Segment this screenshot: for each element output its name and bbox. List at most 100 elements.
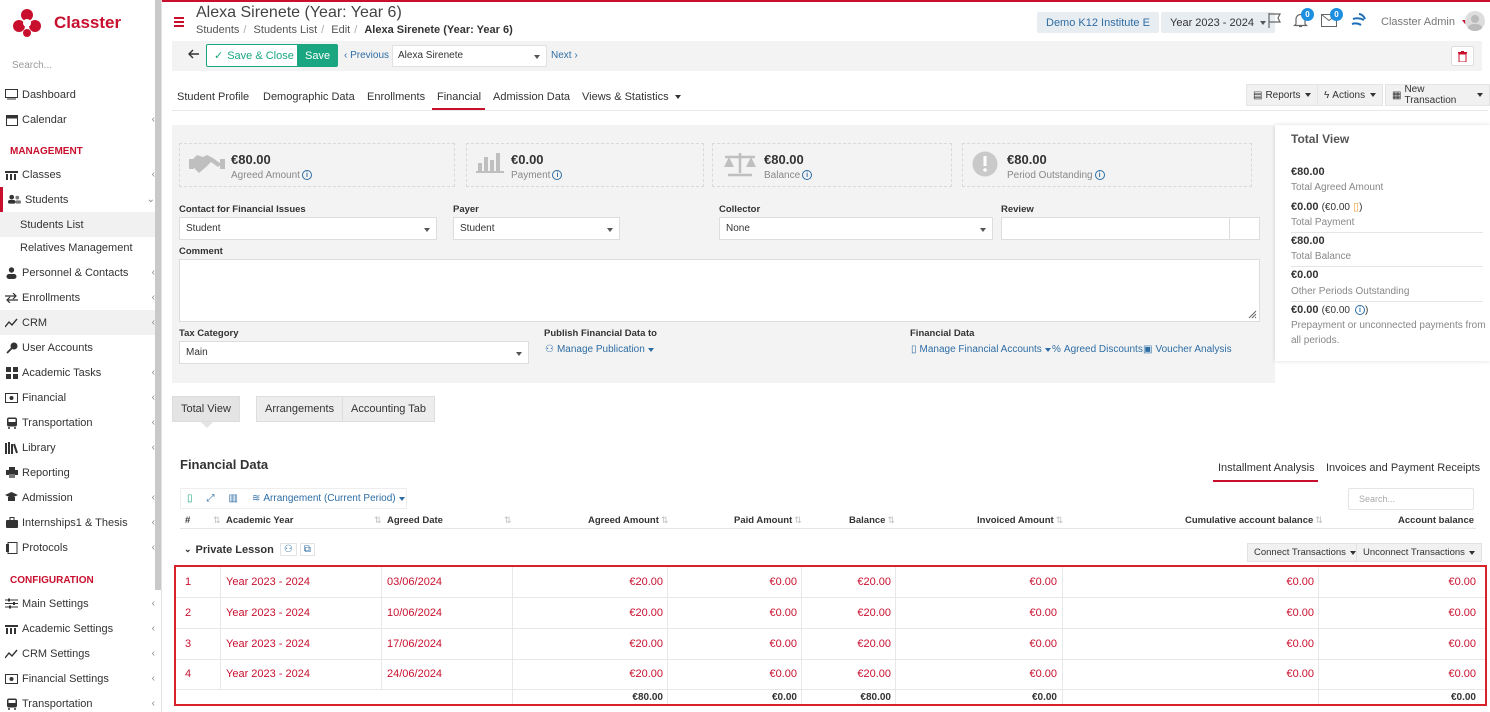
expand-icon[interactable]: ⤢ — [207, 493, 215, 504]
tab-admission-data[interactable]: Admission Data — [493, 91, 570, 103]
info-icon[interactable]: i — [552, 170, 563, 181]
sort-icon[interactable]: ⇅ — [211, 515, 221, 526]
sidebar-scrollbar[interactable] — [155, 0, 161, 590]
column-header-agreed-amount[interactable]: Agreed Amount ⇅ — [588, 515, 668, 526]
sidebar-item-crm[interactable]: CRM ‹ — [0, 310, 160, 335]
sidebar-item-admission[interactable]: Admission ‹ — [0, 485, 160, 510]
info-icon[interactable]: i — [1355, 305, 1366, 316]
sidebar-item-personnel[interactable]: Personnel & Contacts ‹ — [0, 260, 160, 285]
sidebar-item-academic-tasks[interactable]: Academic Tasks ‹ — [0, 360, 160, 385]
save-close-button[interactable]: ✓ Save & Close — [206, 44, 302, 67]
previous-link[interactable]: ‹ Previous — [344, 50, 389, 61]
manage-financial-accounts-link[interactable]: ▯ Manage Financial Accounts — [911, 344, 1051, 355]
column-header-paid-amount[interactable]: Paid Amount ⇅ — [734, 515, 802, 526]
tab-views-statistics[interactable]: Views & Statistics — [582, 91, 681, 103]
sidebar-item-financial-settings[interactable]: Financial Settings ‹ — [0, 666, 160, 691]
tax-category-select[interactable]: Main — [179, 341, 529, 364]
back-arrow-icon[interactable] — [188, 49, 199, 59]
sidebar-item-main-settings[interactable]: Main Settings ‹ — [0, 591, 160, 616]
sidebar-item-relatives-management[interactable]: Relatives Management — [0, 235, 160, 260]
sidebar-item-students[interactable]: Students ⌄ — [0, 187, 160, 212]
sidebar-item-library[interactable]: Library ‹ — [0, 435, 160, 460]
contact-select[interactable]: Student — [179, 217, 437, 240]
sidebar-item-calendar[interactable]: Calendar ‹ — [0, 107, 160, 132]
column-header-balance[interactable]: Balance ⇅ — [849, 515, 895, 526]
export-icon[interactable]: ▯ — [187, 493, 193, 504]
sidebar-item-financial[interactable]: Financial ‹ — [0, 385, 160, 410]
user-menu[interactable]: Classter Admin — [1381, 16, 1469, 28]
table-search-input[interactable]: Search... — [1348, 488, 1474, 510]
breadcrumb-students[interactable]: Students — [196, 24, 239, 36]
sort-icon[interactable]: ⇅ — [372, 515, 382, 526]
breadcrumb-edit[interactable]: Edit — [331, 24, 350, 36]
voucher-analysis-link[interactable]: ▣ Voucher Analysis — [1143, 344, 1232, 355]
sidebar-item-academic-settings[interactable]: Academic Settings ‹ — [0, 616, 160, 641]
column-header-account-balance[interactable]: Account balance — [1398, 515, 1474, 526]
flag-icon[interactable] — [1267, 12, 1283, 28]
save-button[interactable]: Save — [297, 44, 339, 67]
tab-enrollments[interactable]: Enrollments — [367, 91, 425, 103]
tab-invoices-receipts[interactable]: Invoices and Payment Receipts — [1326, 462, 1480, 474]
sidebar-item-classes[interactable]: Classes ‹ — [0, 162, 160, 187]
next-link[interactable]: Next › — [551, 50, 578, 61]
envelope-icon[interactable]: 0 — [1321, 8, 1343, 27]
manage-publication-link[interactable]: ⚇ Manage Publication — [545, 344, 654, 355]
unconnect-transactions-button[interactable]: Unconnect Transactions — [1356, 543, 1482, 562]
new-transaction-button[interactable]: ▦ New Transaction — [1385, 84, 1490, 106]
tab-student-profile[interactable]: Student Profile — [177, 91, 249, 103]
column-header-index[interactable]: # — [185, 515, 190, 526]
hamburger-menu-icon[interactable] — [174, 17, 184, 29]
info-icon[interactable]: i — [802, 170, 813, 181]
column-header-agreed-date[interactable]: Agreed Date — [387, 515, 443, 526]
sidebar-item-dashboard[interactable]: Dashboard — [0, 82, 160, 107]
sidebar-item-protocols[interactable]: Protocols ‹ — [0, 535, 160, 560]
subtab-total-view[interactable]: Total View — [172, 396, 240, 422]
sidebar-item-transportation[interactable]: Transportation ‹ — [0, 410, 160, 435]
sidebar-item-internships[interactable]: Internships1 & Thesis ‹ — [0, 510, 160, 535]
column-header-academic-year[interactable]: Academic Year — [226, 515, 293, 526]
year-selector[interactable]: Year 2023 - 2024 — [1161, 12, 1275, 33]
tab-financial[interactable]: Financial — [437, 91, 481, 103]
tab-installment-analysis[interactable]: Installment Analysis — [1218, 462, 1315, 474]
delete-button[interactable] — [1451, 46, 1474, 66]
breadcrumb-students-list[interactable]: Students List — [254, 24, 318, 36]
collector-select[interactable]: None — [719, 217, 993, 240]
review-addon[interactable] — [1229, 217, 1260, 240]
comment-textarea[interactable] — [179, 259, 1260, 322]
institute-selector[interactable]: Demo K12 Institute E — [1037, 12, 1159, 33]
student-select[interactable]: Alexa Sirenete — [392, 45, 547, 67]
avatar[interactable] — [1465, 11, 1485, 31]
sidebar-item-students-list[interactable]: Students List — [0, 212, 160, 237]
actions-button[interactable]: ϟ Actions — [1317, 84, 1384, 106]
sort-icon[interactable]: ⇅ — [502, 515, 512, 526]
reports-button[interactable]: ▤ Reports — [1246, 84, 1319, 106]
columns-icon[interactable]: ▥ — [229, 493, 238, 504]
copy-icon[interactable]: ⧉ — [299, 543, 315, 556]
sidebar-item-crm-settings[interactable]: CRM Settings ‹ — [0, 641, 160, 666]
group-private-lesson[interactable]: ⌄ Private Lesson ⚇ ⧉ — [184, 543, 315, 556]
sidebar-item-reporting[interactable]: Reporting — [0, 460, 160, 485]
info-icon[interactable]: i — [301, 170, 312, 181]
tab-demographic-data[interactable]: Demographic Data — [263, 91, 355, 103]
arrangement-dropdown[interactable]: ≋ Arrangement (Current Period) — [252, 493, 405, 504]
arrows-icon — [5, 291, 18, 304]
sidebar-item-transportation-settings[interactable]: Transportation ‹ — [0, 691, 160, 712]
info-icon[interactable]: i — [1094, 170, 1105, 181]
review-input[interactable] — [1001, 217, 1230, 240]
sidebar-search-input[interactable]: Search... — [12, 60, 52, 71]
payer-select[interactable]: Student — [453, 217, 620, 240]
sidebar-item-user-accounts[interactable]: User Accounts — [0, 335, 160, 360]
agreed-discounts-link[interactable]: % Agreed Discounts — [1052, 344, 1143, 355]
reports-label: Reports — [1265, 89, 1301, 101]
sidebar-item-enrollments[interactable]: Enrollments ‹ — [0, 285, 160, 310]
users-icon[interactable]: ⚇ — [279, 543, 297, 556]
bell-icon[interactable]: 0 — [1293, 8, 1314, 28]
subtab-arrangements[interactable]: Arrangements — [256, 396, 344, 422]
column-header-cumulative-balance[interactable]: Cumulative account balance ⇅ — [1185, 515, 1323, 526]
classter-sync-icon[interactable] — [1350, 12, 1368, 30]
subtab-accounting[interactable]: Accounting Tab — [342, 396, 436, 422]
logo[interactable]: Classter — [12, 8, 121, 38]
connect-transactions-button[interactable]: Connect Transactions — [1247, 543, 1363, 562]
resize-handle-icon[interactable] — [1248, 310, 1257, 319]
column-header-invoiced-amount[interactable]: Invoiced Amount ⇅ — [977, 515, 1063, 526]
